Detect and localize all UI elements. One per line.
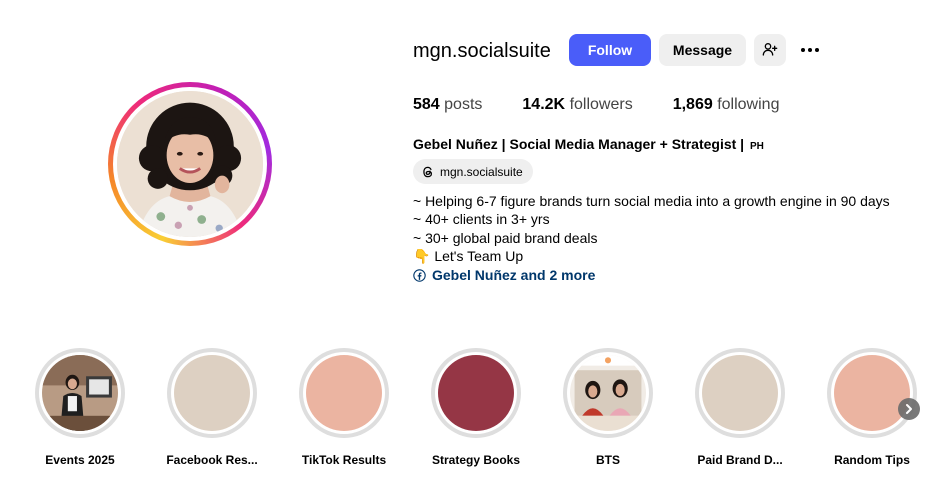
- highlight-item[interactable]: Facebook Res...: [162, 348, 262, 467]
- follow-button[interactable]: Follow: [569, 34, 651, 66]
- highlights-next-button[interactable]: [898, 398, 920, 420]
- posts-label: posts: [444, 96, 483, 113]
- avatar-photo: [117, 91, 263, 237]
- chevron-right-icon: [904, 401, 914, 417]
- profile-full-name: Gebel Nuñez | Social Media Manager + Str…: [413, 136, 764, 152]
- more-options-icon: [801, 48, 819, 52]
- bio-line: 👇 Let's Team Up: [413, 248, 524, 265]
- following-stat[interactable]: 1,869 following: [673, 96, 780, 114]
- highlight-cover: [42, 355, 118, 431]
- profile-avatar[interactable]: [108, 82, 272, 246]
- following-count: 1,869: [672, 96, 713, 113]
- highlight-cover: [174, 355, 250, 431]
- highlight-cover: [834, 355, 910, 431]
- highlight-ring: [299, 348, 389, 438]
- highlight-item[interactable]: Strategy Books: [426, 348, 526, 467]
- followers-stat[interactable]: 14.2K followers: [522, 96, 632, 114]
- highlight-cover: [306, 355, 382, 431]
- threads-link[interactable]: mgn.socialsuite: [413, 159, 533, 184]
- highlight-label: Paid Brand D...: [697, 453, 783, 467]
- highlight-item[interactable]: Paid Brand D...: [690, 348, 790, 467]
- highlight-ring: [167, 348, 257, 438]
- posts-stat: 584 posts: [413, 96, 482, 114]
- more-options-button[interactable]: [795, 34, 825, 66]
- highlight-label: Strategy Books: [431, 453, 521, 467]
- threads-icon: [421, 165, 435, 179]
- posts-count: 584: [413, 96, 440, 113]
- avatar-inner: [113, 87, 267, 241]
- bio-text: ~ Helping 6-7 figure brands turn social …: [413, 192, 890, 284]
- bio-line: ~ 30+ global paid brand deals: [413, 229, 598, 246]
- full-name-text: Gebel Nuñez | Social Media Manager + Str…: [413, 136, 745, 152]
- highlight-ring: [695, 348, 785, 438]
- highlight-ring: [431, 348, 521, 438]
- country-badge: PH: [749, 141, 764, 152]
- highlight-cover: [570, 355, 646, 431]
- followers-label: followers: [569, 96, 633, 113]
- highlight-item[interactable]: TikTok Results: [294, 348, 394, 467]
- threads-handle: mgn.socialsuite: [440, 164, 523, 179]
- message-button[interactable]: Message: [659, 34, 746, 66]
- highlight-label: Facebook Res...: [166, 453, 258, 467]
- profile-stats: 584 posts 14.2K followers 1,869 followin…: [413, 96, 819, 114]
- highlight-item[interactable]: Events 2025: [30, 348, 130, 467]
- facebook-icon: [413, 268, 426, 283]
- bio-line: ~ Helping 6-7 figure brands turn social …: [413, 193, 890, 209]
- highlight-label: BTS: [596, 453, 620, 467]
- person-add-icon: [762, 41, 778, 60]
- highlight-ring: [35, 348, 125, 438]
- highlight-cover: [438, 355, 514, 431]
- highlight-label: Random Tips: [834, 453, 910, 467]
- story-highlights: Events 2025 Facebook Res... TikTok Resul…: [0, 348, 950, 478]
- highlight-ring: [827, 348, 917, 438]
- profile-username: mgn.socialsuite: [413, 40, 551, 62]
- highlight-cover: [702, 355, 778, 431]
- highlight-label: Events 2025: [45, 453, 115, 467]
- external-links[interactable]: Gebel Nuñez and 2 more: [413, 266, 890, 284]
- highlight-ring: [563, 348, 653, 438]
- followers-count: 14.2K: [522, 96, 566, 113]
- highlight-label: TikTok Results: [301, 453, 387, 467]
- bio-line: ~ 40+ clients in 3+ yrs: [413, 211, 550, 228]
- suggested-accounts-button[interactable]: [754, 34, 786, 66]
- following-label: following: [717, 96, 780, 113]
- highlight-item[interactable]: BTS: [558, 348, 658, 467]
- links-text: Gebel Nuñez and 2 more: [432, 266, 596, 283]
